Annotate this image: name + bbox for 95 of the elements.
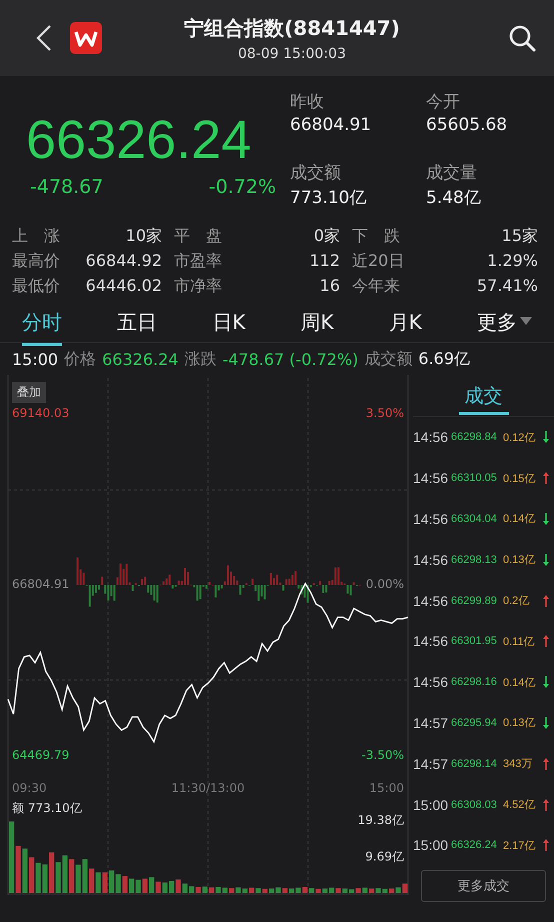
axis-label: 9.69亿 [365, 850, 404, 864]
axis-label: 66804.91 [12, 577, 70, 591]
axis-label: 09:30 [12, 781, 47, 795]
trade-time: 14:56 [413, 429, 449, 446]
trade-price: 66298.16 [451, 676, 498, 688]
info-label: 涨跌 [184, 348, 216, 370]
trade-price: 66304.04 [451, 512, 498, 525]
trade-price: 66298.14 [451, 758, 498, 770]
chart-tab[interactable]: 周K [300, 309, 334, 346]
trade-price: 66310.05 [451, 472, 498, 484]
trade-volume: 0.11亿 [503, 634, 536, 649]
stat-label: 平 盘 [173, 226, 223, 247]
chart-tab[interactable]: 月K [388, 309, 422, 346]
trade-time: 14:56 [413, 510, 449, 527]
chart-tab[interactable]: 分时 [22, 309, 62, 346]
stat-label: 今开 [426, 91, 461, 113]
trade-volume: 0.14亿 [503, 676, 536, 690]
info-price: 66326.24 [102, 350, 178, 368]
more-trades-button[interactable]: 更多成交 [421, 870, 546, 902]
trade-price: 66308.03 [451, 798, 498, 811]
trades-tab[interactable]: 成交 [458, 383, 508, 415]
stat-value: 5.48亿 [426, 186, 482, 208]
volume-total: 额 773.10亿 [12, 801, 82, 815]
trade-time: 14:56 [413, 633, 449, 650]
stat-label: 市盈率 [173, 251, 223, 272]
chart-tab[interactable]: 更多 [477, 309, 532, 346]
back-icon[interactable] [36, 24, 52, 52]
stat-label: 近20日 [351, 251, 406, 272]
trade-volume: 0.14亿 [503, 512, 536, 526]
stat-label: 成交量 [426, 162, 478, 184]
stat-label: 昨收 [290, 91, 325, 113]
trade-volume: 2.17亿 [503, 838, 536, 853]
stat-label: 最高价 [12, 251, 61, 272]
trade-volume: 0.2亿 [503, 594, 530, 608]
axis-label: 0.00% [366, 577, 404, 591]
stat-value: 1.29% [486, 251, 539, 272]
stat-value: 66844.92 [84, 251, 163, 272]
stat-value: 65605.68 [426, 115, 508, 135]
trade-price: 66298.13 [451, 554, 498, 566]
page-title: 宁组合指数(8841447) [184, 14, 400, 42]
axis-label: -3.50% [362, 748, 404, 762]
trade-volume: 0.13亿 [503, 553, 536, 568]
stat-value: 16 [318, 276, 341, 297]
current-price: 66326.24 [26, 110, 252, 170]
trade-volume: 0.15亿 [503, 472, 536, 486]
stat-label: 成交额 [290, 162, 342, 184]
trade-price: 66298.84 [451, 431, 498, 444]
trade-volume: 0.13亿 [503, 716, 536, 730]
overlay-button[interactable]: 叠加 [12, 382, 46, 403]
axis-label: 64469.79 [12, 748, 70, 762]
trade-volume: 4.52亿 [503, 798, 536, 812]
stat-value: 64446.02 [84, 276, 163, 297]
trade-price: 66299.89 [451, 594, 498, 607]
info-label: 成交额 [364, 348, 412, 370]
trade-time: 14:56 [413, 674, 449, 690]
stat-label: 今年来 [351, 276, 401, 297]
percent-change: -0.72% [208, 176, 276, 198]
stat-value: 0家 [312, 226, 341, 247]
stat-value: 66804.91 [290, 115, 372, 135]
price-change: -478.67 [30, 176, 104, 198]
stat-label: 上 涨 [12, 226, 61, 247]
axis-label: 3.50% [366, 406, 404, 420]
trade-time: 14:56 [413, 470, 449, 486]
stat-value: 15家 [500, 226, 539, 247]
stat-value: 773.10亿 [290, 186, 368, 208]
trade-volume: 0.12亿 [503, 430, 536, 445]
trade-price: 66301.95 [451, 635, 498, 648]
stat-label: 最低价 [12, 276, 61, 297]
stat-value: 57.41% [476, 276, 539, 297]
axis-label: 15:00 [369, 781, 404, 795]
trade-time: 14:57 [413, 756, 449, 772]
info-label: 价格 [64, 348, 96, 370]
stat-label: 市净率 [173, 276, 223, 297]
trade-time: 14:56 [413, 592, 449, 609]
axis-label: 11:30/13:00 [171, 781, 245, 795]
axis-label: 69140.03 [12, 406, 70, 420]
trade-volume: 343万 [503, 757, 534, 772]
stat-value: 112 [308, 251, 341, 272]
stat-value: 10家 [124, 226, 163, 247]
trade-time: 15:00 [413, 796, 449, 813]
trade-time: 15:00 [413, 837, 449, 854]
info-time: 15:00 [12, 350, 58, 368]
chart-tab[interactable]: 日K [212, 309, 246, 346]
trade-price: 66326.24 [451, 839, 498, 852]
stat-label: 下 跌 [351, 226, 401, 247]
axis-label: 19.38亿 [358, 813, 404, 827]
search-icon[interactable] [508, 24, 536, 52]
chart-tab[interactable]: 五日 [117, 309, 158, 346]
info-change: -478.67 (-0.72%) [222, 350, 358, 368]
info-amount: 6.69亿 [418, 348, 470, 370]
trade-time: 14:57 [413, 714, 449, 731]
quote-datetime: 08-09 15:00:03 [238, 46, 346, 62]
trade-price: 66295.94 [451, 716, 498, 729]
trade-time: 14:56 [413, 552, 449, 568]
app-logo-icon [70, 22, 102, 54]
